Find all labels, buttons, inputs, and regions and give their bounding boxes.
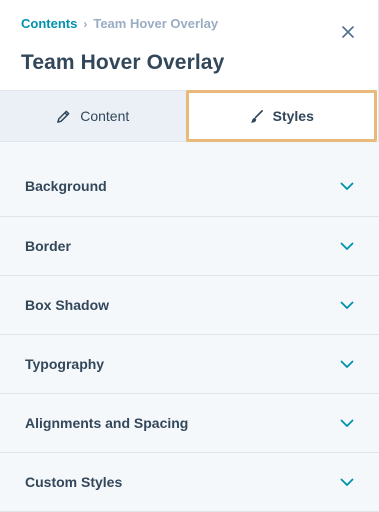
section-label: Background — [25, 178, 107, 194]
section-label: Custom Styles — [25, 474, 123, 490]
section-label: Box Shadow — [25, 297, 110, 313]
section-background[interactable]: Background — [0, 142, 379, 217]
style-editor-panel: Contents › Team Hover Overlay Team Hover… — [0, 0, 379, 512]
page-title: Team Hover Overlay — [21, 51, 225, 74]
section-alignments-spacing[interactable]: Alignments and Spacing — [0, 394, 379, 453]
pencil-icon — [57, 110, 70, 123]
section-typography[interactable]: Typography — [0, 335, 379, 394]
chevron-down-icon — [340, 419, 354, 427]
section-custom-styles[interactable]: Custom Styles — [0, 453, 379, 512]
section-label: Typography — [25, 356, 105, 372]
tab-content-label: Content — [80, 108, 130, 124]
tab-content[interactable]: Content — [0, 91, 186, 141]
tab-styles[interactable]: Styles — [185, 90, 377, 142]
section-box-shadow[interactable]: Box Shadow — [0, 276, 379, 335]
chevron-down-icon — [340, 360, 354, 368]
tab-bar: Content Styles — [0, 90, 379, 142]
close-icon[interactable] — [340, 24, 356, 40]
breadcrumb: Contents › Team Hover Overlay — [21, 16, 218, 31]
chevron-down-icon — [340, 182, 354, 190]
brush-icon — [250, 109, 263, 123]
breadcrumb-contents-link[interactable]: Contents — [21, 16, 77, 31]
section-label: Border — [25, 238, 71, 254]
section-border[interactable]: Border — [0, 217, 379, 276]
chevron-down-icon — [340, 301, 354, 309]
breadcrumb-separator: › — [83, 16, 88, 31]
breadcrumb-current: Team Hover Overlay — [93, 16, 219, 31]
chevron-down-icon — [340, 478, 354, 486]
section-label: Alignments and Spacing — [25, 415, 189, 431]
chevron-down-icon — [340, 242, 354, 250]
style-sections: Background Border Box Shadow Typography … — [0, 142, 379, 512]
tab-styles-label: Styles — [272, 108, 314, 124]
